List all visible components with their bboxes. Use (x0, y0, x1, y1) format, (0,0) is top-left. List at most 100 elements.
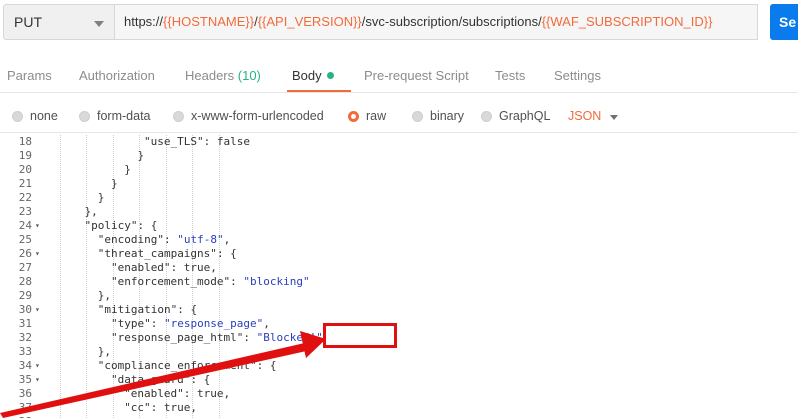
code-text: "mitigation": { (98, 303, 197, 317)
chevron-down-icon[interactable] (610, 115, 618, 120)
fold-caret-icon[interactable]: ▾ (35, 247, 40, 261)
code-text: "enforcement_mode": "blocking" (111, 275, 310, 289)
body-type-binary[interactable]: binary (412, 109, 464, 123)
punct-token: : (230, 275, 244, 288)
tab-label: Authorization (79, 68, 155, 83)
body-type-form-data[interactable]: form-data (79, 109, 151, 123)
tab-headers[interactable]: Headers (10) (185, 68, 261, 83)
line-number: 36 (18, 387, 32, 400)
line-number: 31 (18, 317, 32, 330)
code-text: "threat_campaigns": { (98, 247, 237, 261)
code-text: "cc": true, (124, 401, 197, 415)
code-line: 21} (0, 177, 798, 191)
code-line: 18 "use_TLS": false (0, 135, 798, 149)
tab-label: Params (7, 68, 52, 83)
tab-authorization[interactable]: Authorization (79, 68, 155, 83)
punct-token: }, (84, 205, 98, 218)
request-tabs: Params Authorization Headers (10) Body Pre-r… (0, 60, 798, 93)
punct-token: }, (97, 289, 111, 302)
code-text: }, (84, 205, 97, 219)
code-text: "use_TLS": false (144, 135, 250, 149)
body-type-selector: JSON none form-data x-www-form-urlencoded r… (0, 102, 798, 133)
body-type-x-www-form-urlencoded[interactable]: x-www-form-urlencoded (173, 109, 324, 123)
code-line: 28 "enforcement_mode": "blocking" (0, 275, 798, 289)
line-number: 18 (18, 135, 32, 148)
key-token: "cc" (124, 401, 151, 414)
punct-token: : (163, 233, 178, 246)
string-token: "response_page" (163, 317, 264, 330)
punct-token: : true, (150, 401, 198, 414)
line-number: 37 (18, 401, 32, 414)
punct-token: : { (190, 373, 211, 386)
code-text: "response_page_html": "Blocked!" (111, 331, 323, 345)
radio-icon[interactable] (348, 111, 359, 122)
code-text: }, (98, 345, 111, 359)
tab-params[interactable]: Params (7, 68, 52, 83)
line-number: 35 (18, 373, 32, 386)
code-text: }, (98, 289, 111, 303)
code-text: } (111, 177, 118, 191)
code-text: "enabled": true, (124, 387, 230, 401)
chevron-down-icon (94, 21, 104, 27)
body-type-none[interactable]: none (12, 109, 58, 123)
radio-icon[interactable] (173, 111, 184, 122)
code-line: 25 "encoding": "utf-8", (0, 233, 798, 247)
tab-count: (10) (237, 68, 261, 83)
fold-caret-icon[interactable]: ▾ (35, 359, 40, 373)
key-token: "enforcement_mode" (110, 275, 231, 288)
url-variable: {{HOSTNAME}} (163, 14, 255, 29)
tab-settings[interactable]: Settings (554, 68, 601, 83)
string-token: "blocking" (243, 275, 310, 288)
key-token: "mitigation" (97, 303, 178, 316)
code-text: } (98, 191, 105, 205)
fold-caret-icon[interactable]: ▾ (35, 303, 40, 317)
radio-icon[interactable] (481, 111, 492, 122)
body-type-label: none (30, 109, 58, 123)
tab-pre-request-script[interactable]: Pre-request Script (364, 68, 469, 83)
code-line: 31 "type": "response_page", (0, 317, 798, 331)
code-line: 26 ▾ "threat_campaigns": { (0, 247, 798, 261)
body-type-label: GraphQL (499, 109, 551, 123)
url-variable: {{WAF_SUBSCRIPTION_ID}} (541, 14, 713, 29)
body-editor[interactable]: 18 "use_TLS": false 19} 20} 21} 22} 23}, 24 ▾ "po… (0, 135, 798, 418)
body-type-label: binary (430, 109, 465, 123)
code-text: "compliance_enforcement": { (98, 359, 277, 373)
tab-tests[interactable]: Tests (495, 68, 525, 83)
code-text: "data_guard": { (111, 373, 210, 387)
key-token: "compliance_enforcement" (97, 359, 257, 372)
fold-caret-icon[interactable]: ▾ (35, 373, 40, 387)
code-line: 22} (0, 191, 798, 205)
radio-icon[interactable] (412, 111, 423, 122)
radio-icon[interactable] (12, 111, 23, 122)
body-type-graphql[interactable]: GraphQL (481, 109, 550, 123)
status-dot-icon (326, 72, 334, 79)
code-text: "enabled": true, (111, 261, 217, 275)
highlight-box (323, 323, 397, 348)
url-input[interactable]: https://{{HOSTNAME}}/{{API_VERSION}}/svc… (115, 4, 758, 40)
line-number: 32 (18, 331, 32, 344)
send-button[interactable]: Se (770, 4, 798, 40)
punct-token: }, (97, 345, 111, 358)
line-number: 23 (18, 205, 32, 218)
format-select[interactable]: JSON (568, 109, 601, 123)
punct-token: : (150, 317, 164, 330)
line-number: 33 (18, 345, 32, 358)
code-line: 20} (0, 163, 798, 177)
code-line: 36 "enabled": true, (0, 387, 798, 401)
punct-token: : (243, 331, 257, 344)
tab-label: Settings (554, 68, 601, 83)
code-text: "encoding": "utf-8", (98, 233, 230, 247)
tab-body[interactable]: Body (292, 68, 334, 83)
fold-caret-icon[interactable]: ▾ (35, 219, 40, 233)
body-type-raw[interactable]: raw (348, 109, 386, 123)
line-number: 22 (18, 191, 32, 204)
code-line: 24 ▾ "policy": { (0, 219, 798, 233)
string-token: "utf-8" (177, 233, 224, 246)
method-select[interactable]: PUT (3, 4, 115, 40)
line-number: 26 (18, 247, 32, 260)
line-number: 27 (18, 261, 32, 274)
punct-token: : { (177, 303, 198, 316)
code-line: 19} (0, 149, 798, 163)
radio-icon[interactable] (79, 111, 90, 122)
line-number: 20 (18, 163, 32, 176)
